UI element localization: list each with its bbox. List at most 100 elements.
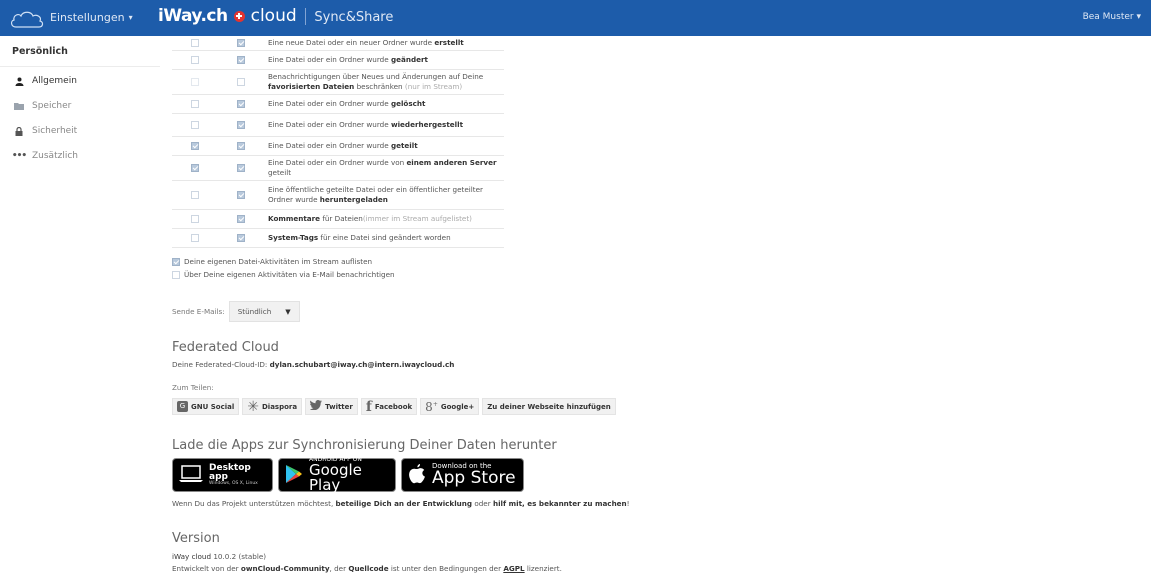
stream-cell bbox=[172, 228, 218, 248]
version-number: 10.0.2 (stable) bbox=[211, 552, 267, 561]
swiss-cross-icon bbox=[233, 10, 245, 22]
share-diaspora-button[interactable]: ✳ Diaspora bbox=[242, 398, 303, 415]
sidebar-item-sicherheit[interactable]: Sicherheit bbox=[14, 122, 77, 140]
notification-row: Kommentare für Dateien(immer im Stream a… bbox=[172, 209, 504, 229]
app-store-label: App Store bbox=[432, 468, 516, 488]
sidebar-item-zusaetzlich[interactable]: ••• Zusätzlich bbox=[11, 147, 78, 165]
share-twitter-button[interactable]: Twitter bbox=[305, 398, 358, 415]
text-muted: (immer im Stream aufgelistet) bbox=[362, 214, 472, 223]
option-email-own[interactable]: Über Deine eigenen Aktivitäten via E-Mai… bbox=[172, 270, 395, 279]
mail-checkbox[interactable] bbox=[237, 234, 245, 242]
version-line: iWay cloud 10.0.2 (stable) bbox=[172, 552, 266, 561]
share-facebook-button[interactable]: f Facebook bbox=[360, 398, 418, 415]
share-button-label: Diaspora bbox=[261, 402, 298, 411]
mail-checkbox[interactable] bbox=[237, 121, 245, 129]
stream-cell bbox=[172, 136, 218, 156]
stream-cell bbox=[172, 180, 218, 210]
stream-checkbox[interactable] bbox=[191, 164, 199, 172]
stream-cell bbox=[172, 113, 218, 137]
text-bold: geändert bbox=[390, 55, 428, 64]
contribute-link[interactable]: beteilige Dich an der Entwicklung bbox=[336, 499, 473, 508]
mail-checkbox[interactable] bbox=[237, 191, 245, 199]
mail-checkbox[interactable] bbox=[237, 56, 245, 64]
mail-cell bbox=[218, 209, 264, 229]
text-post: für Dateien bbox=[320, 214, 363, 223]
dev-pre: Entwickelt von der bbox=[172, 564, 241, 573]
stream-checkbox[interactable] bbox=[191, 191, 199, 199]
mail-cell bbox=[218, 50, 264, 70]
share-google-plus-button[interactable]: 8+ Google+ bbox=[420, 398, 480, 415]
notification-row: Eine neue Datei oder ein neuer Ordner wu… bbox=[172, 36, 504, 51]
mail-checkbox[interactable] bbox=[237, 39, 245, 47]
stream-checkbox[interactable] bbox=[191, 56, 199, 64]
notification-row: Benachrichtigungen über Neues und Änderu… bbox=[172, 69, 504, 95]
settings-menu[interactable]: Einstellungen ▾ bbox=[50, 11, 133, 24]
gnu-social-icon: G bbox=[177, 401, 188, 412]
email-own-checkbox[interactable] bbox=[172, 270, 180, 279]
stream-checkbox[interactable] bbox=[191, 234, 199, 242]
notification-row: Eine Datei oder ein Ordner wurde gelösch… bbox=[172, 94, 504, 114]
stream-cell bbox=[172, 36, 218, 51]
share-gnu-social-button[interactable]: G GNU Social bbox=[172, 398, 240, 415]
text-muted: (nur im Stream) bbox=[402, 82, 463, 91]
send-emails-select[interactable]: Stündlich ▼ bbox=[228, 301, 300, 322]
sidebar-item-label: Zusätzlich bbox=[32, 151, 78, 161]
stream-checkbox[interactable] bbox=[191, 215, 199, 223]
mail-checkbox[interactable] bbox=[237, 164, 245, 172]
user-menu[interactable]: Bea Muster ▾ bbox=[1083, 12, 1141, 22]
share-button-label: GNU Social bbox=[191, 402, 235, 411]
cloud-icon[interactable] bbox=[8, 8, 46, 30]
brand-sync: Sync&Share bbox=[314, 9, 394, 25]
sidebar-item-allgemein[interactable]: Allgemein bbox=[14, 72, 77, 90]
notification-row: Eine Datei oder ein Ordner wurde geteilt bbox=[172, 136, 504, 156]
stream-checkbox[interactable] bbox=[191, 39, 199, 47]
stream-checkbox[interactable] bbox=[191, 121, 199, 129]
app-store-badge[interactable]: Download on the App Store bbox=[401, 458, 524, 492]
main-content: Eine neue Datei oder ein neuer Ordner wu… bbox=[172, 36, 1132, 582]
desktop-app-badge[interactable]: Desktop app Windows, OS X, Linux bbox=[172, 458, 273, 492]
text-bold: geteilt bbox=[390, 141, 418, 150]
app-store-badges: Desktop app Windows, OS X, Linux ANDROID… bbox=[172, 457, 524, 493]
share-button-label: Google+ bbox=[440, 402, 475, 411]
notification-text: Eine öffentliche geteilte Datei oder ein… bbox=[264, 180, 504, 210]
send-emails-row: Sende E-Mails: Stündlich ▼ bbox=[172, 301, 300, 322]
mail-cell bbox=[218, 155, 264, 181]
text-bold: Kommentare bbox=[268, 214, 321, 223]
option-stream-own[interactable]: Deine eigenen Datei-Aktivitäten im Strea… bbox=[172, 257, 372, 266]
sidebar-item-label: Sicherheit bbox=[32, 126, 78, 136]
mail-checkbox[interactable] bbox=[237, 78, 245, 86]
option-label: Deine eigenen Datei-Aktivitäten im Strea… bbox=[184, 257, 373, 266]
option-label: Über Deine eigenen Aktivitäten via E-Mai… bbox=[184, 270, 395, 279]
source-code-link[interactable]: Quellcode bbox=[348, 564, 388, 573]
owncloud-community-link[interactable]: ownCloud-Community bbox=[241, 564, 330, 573]
mail-checkbox[interactable] bbox=[237, 215, 245, 223]
stream-checkbox[interactable] bbox=[191, 78, 199, 86]
mail-checkbox[interactable] bbox=[237, 100, 245, 108]
text-pre: Eine Datei oder ein Ordner wurde bbox=[268, 120, 391, 129]
brand-logo: iWay.ch cloud | Sync&Share bbox=[158, 6, 393, 26]
agpl-link[interactable]: AGPL bbox=[503, 564, 524, 573]
support-end: ! bbox=[626, 499, 630, 508]
text-bold: erstellt bbox=[434, 38, 464, 47]
sidebar-item-label: Speicher bbox=[32, 101, 72, 111]
top-header: Einstellungen ▾ iWay.ch cloud | Sync&Sha… bbox=[0, 0, 1151, 36]
promote-link[interactable]: hilf mit, es bekannter zu machen bbox=[493, 499, 627, 508]
google-play-badge[interactable]: ANDROID APP ON Google Play bbox=[278, 457, 396, 493]
stream-own-checkbox[interactable] bbox=[172, 257, 180, 266]
settings-menu-label: Einstellungen bbox=[50, 11, 125, 24]
sidebar-item-label: Allgemein bbox=[32, 76, 77, 86]
stream-cell bbox=[172, 50, 218, 70]
stream-checkbox[interactable] bbox=[191, 100, 199, 108]
federated-heading: Federated Cloud bbox=[172, 340, 279, 355]
sidebar-title: Persönlich bbox=[12, 46, 68, 57]
sidebar-item-speicher[interactable]: Speicher bbox=[14, 97, 71, 115]
diaspora-icon: ✳ bbox=[247, 398, 259, 415]
text-bold: wiederhergestellt bbox=[390, 120, 464, 129]
mail-checkbox[interactable] bbox=[237, 142, 245, 150]
add-to-website-button[interactable]: Zu deiner Webseite hinzufügen bbox=[482, 398, 616, 415]
more-icon: ••• bbox=[11, 151, 27, 161]
federated-id-line: Deine Federated-Cloud-ID: dylan.schubart… bbox=[172, 360, 454, 369]
share-button-label: Facebook bbox=[374, 402, 413, 411]
sidebar-divider bbox=[0, 66, 160, 67]
stream-checkbox[interactable] bbox=[191, 142, 199, 150]
